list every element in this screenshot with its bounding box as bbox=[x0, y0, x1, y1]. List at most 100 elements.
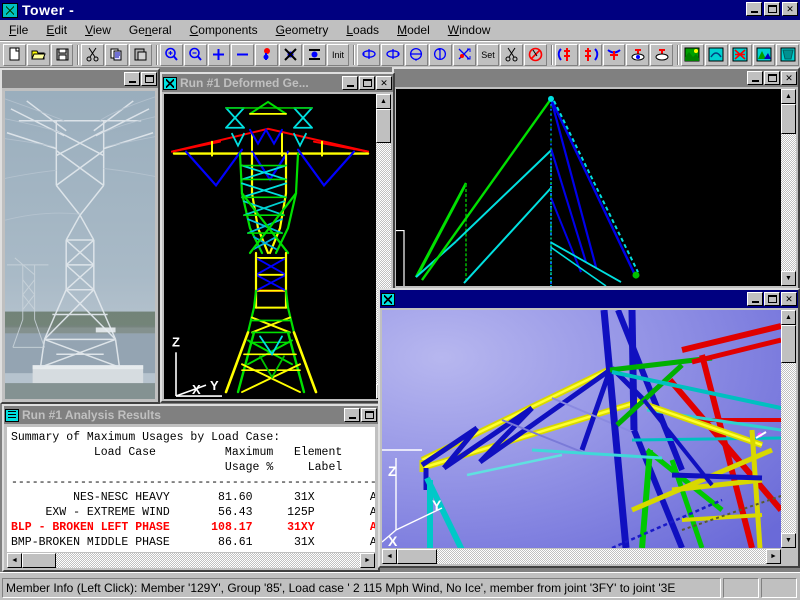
pan-point-icon[interactable] bbox=[255, 44, 278, 66]
select-point-icon[interactable] bbox=[453, 44, 476, 66]
wireframe-scroll-up-button[interactable]: ▲ bbox=[781, 89, 796, 104]
rotate-clockwise-icon[interactable] bbox=[429, 44, 452, 66]
photo-window[interactable] bbox=[0, 68, 160, 404]
photo-minimize-button[interactable] bbox=[124, 72, 140, 86]
deformed-close-button[interactable]: ✕ bbox=[376, 76, 392, 90]
rendered-scroll-up-button[interactable]: ▲ bbox=[781, 310, 796, 325]
menu-window[interactable]: Window bbox=[439, 21, 500, 39]
open-file-icon[interactable] bbox=[27, 44, 50, 66]
zoom-in-icon[interactable] bbox=[160, 44, 183, 66]
menu-loads[interactable]: Loads bbox=[337, 21, 388, 39]
eye-view-icon[interactable] bbox=[626, 44, 649, 66]
deformed-geometry-title-bar[interactable]: Run #1 Deformed Ge... ✕ bbox=[162, 74, 393, 92]
menu-general[interactable]: General bbox=[120, 21, 181, 39]
rotate-view-icon[interactable] bbox=[279, 44, 302, 66]
wireframe-maximize-button[interactable] bbox=[764, 71, 780, 85]
rendered-close-button[interactable]: ✕ bbox=[781, 292, 797, 306]
copy-icon[interactable] bbox=[105, 44, 128, 66]
render-geometry-icon[interactable] bbox=[681, 44, 704, 66]
zoom-plus-icon[interactable] bbox=[208, 44, 231, 66]
cut-section-icon[interactable] bbox=[500, 44, 523, 66]
photo-window-title-bar[interactable] bbox=[2, 70, 158, 88]
wireframe-window-title-bar[interactable]: ✕ bbox=[394, 69, 798, 87]
deformed-vscroll-thumb[interactable] bbox=[376, 109, 391, 143]
rendered-minimize-button[interactable] bbox=[747, 292, 763, 306]
wireframe-scroll-down-button[interactable]: ▼ bbox=[781, 271, 796, 286]
wireframe-minimize-button[interactable] bbox=[747, 71, 763, 85]
results-hscroll-track[interactable] bbox=[7, 553, 375, 568]
render-usage-icon[interactable] bbox=[729, 44, 752, 66]
deformed-scroll-up-button[interactable]: ▲ bbox=[376, 94, 391, 109]
photo-canvas[interactable] bbox=[5, 91, 155, 399]
toolbar-separator bbox=[548, 44, 555, 66]
cut-icon[interactable] bbox=[81, 44, 104, 66]
zoom-minus-icon[interactable] bbox=[231, 44, 254, 66]
svg-text:X: X bbox=[192, 382, 201, 397]
rendered-hscroll-thumb[interactable] bbox=[397, 549, 437, 564]
menu-components[interactable]: Components bbox=[181, 21, 267, 39]
save-file-icon[interactable] bbox=[51, 44, 74, 66]
wireframe-vscroll-thumb[interactable] bbox=[781, 104, 796, 134]
wireframe-vertical-scrollbar[interactable]: ▲ ▼ bbox=[781, 89, 796, 286]
wireframe-canvas[interactable] bbox=[396, 89, 781, 286]
rendered-vscroll-thumb[interactable] bbox=[781, 325, 796, 363]
results-horizontal-scrollbar[interactable]: ◄ ► bbox=[7, 553, 375, 568]
deformed-geometry-title: Run #1 Deformed Ge... bbox=[180, 76, 342, 90]
results-columns-line2: Usage % Label T bbox=[11, 461, 375, 474]
rendered-scroll-left-button[interactable]: ◄ bbox=[382, 549, 397, 564]
render-shaded-icon[interactable] bbox=[753, 44, 776, 66]
photo-maximize-button[interactable] bbox=[141, 72, 157, 86]
rendered-scroll-down-button[interactable]: ▼ bbox=[781, 533, 796, 548]
render-deformed-icon[interactable] bbox=[705, 44, 728, 66]
menu-file[interactable]: File bbox=[0, 21, 37, 39]
rendered-horizontal-scrollbar[interactable]: ◄ ► bbox=[382, 549, 781, 564]
rotate-vertical-icon[interactable] bbox=[405, 44, 428, 66]
analysis-results-window[interactable]: Run #1 Analysis Results Summary of Maxim… bbox=[2, 404, 380, 572]
rendered-view-title-bar[interactable]: ✕ bbox=[380, 290, 798, 308]
menu-geometry[interactable]: Geometry bbox=[267, 21, 338, 39]
wireframe-window[interactable]: ✕ bbox=[392, 67, 800, 290]
analysis-results-text[interactable]: Summary of Maximum Usages by Load Case: … bbox=[7, 427, 375, 552]
rendered-vertical-scrollbar[interactable]: ▲ ▼ bbox=[781, 310, 796, 548]
rendered-hscroll-track[interactable] bbox=[382, 549, 781, 564]
init-view-button[interactable]: Init bbox=[327, 44, 350, 66]
minimize-button[interactable] bbox=[746, 2, 762, 16]
wireframe-close-button[interactable]: ✕ bbox=[781, 71, 797, 85]
render-solid-icon[interactable] bbox=[776, 44, 799, 66]
rotate-view-alt-icon[interactable] bbox=[303, 44, 326, 66]
deformed-minimize-button[interactable] bbox=[342, 76, 358, 90]
deformed-geometry-canvas[interactable]: Z X Y bbox=[164, 94, 376, 399]
rotate-horizontal-alt-icon[interactable] bbox=[381, 44, 404, 66]
results-scroll-left-button[interactable]: ◄ bbox=[7, 553, 22, 568]
results-scroll-right-button[interactable]: ► bbox=[360, 553, 375, 568]
paste-icon[interactable] bbox=[129, 44, 152, 66]
close-button[interactable]: ✕ bbox=[782, 2, 798, 16]
mirror-right-icon[interactable] bbox=[579, 44, 602, 66]
results-heading: Summary of Maximum Usages by Load Case: bbox=[11, 431, 280, 444]
no-section-icon[interactable] bbox=[524, 44, 547, 66]
rendered-maximize-button[interactable] bbox=[764, 292, 780, 306]
set-view-button[interactable]: Set bbox=[477, 44, 500, 66]
eye-view-alt-icon[interactable] bbox=[650, 44, 673, 66]
rendered-scroll-right-button[interactable]: ► bbox=[766, 549, 781, 564]
results-minimize-button[interactable] bbox=[344, 408, 360, 422]
rendered-view-canvas[interactable]: Z Y X bbox=[382, 310, 781, 548]
new-file-icon[interactable] bbox=[3, 44, 26, 66]
symmetry-icon[interactable] bbox=[603, 44, 626, 66]
deformed-maximize-button[interactable] bbox=[359, 76, 375, 90]
maximize-button[interactable] bbox=[764, 2, 780, 16]
menu-edit[interactable]: Edit bbox=[37, 21, 76, 39]
rotate-horizontal-icon[interactable] bbox=[357, 44, 380, 66]
mirror-left-icon[interactable] bbox=[555, 44, 578, 66]
results-maximize-button[interactable] bbox=[361, 408, 377, 422]
table-row: EXW - EXTREME WIND 56.43 125P Ar bbox=[11, 506, 375, 519]
rendered-view-window[interactable]: ✕ bbox=[378, 288, 800, 568]
status-panel-2 bbox=[723, 578, 759, 598]
menu-model[interactable]: Model bbox=[388, 21, 439, 39]
results-hscroll-thumb[interactable] bbox=[22, 553, 56, 568]
analysis-results-title-bar[interactable]: Run #1 Analysis Results bbox=[4, 406, 378, 424]
zoom-out-icon[interactable] bbox=[184, 44, 207, 66]
svg-text:Y: Y bbox=[432, 497, 442, 513]
menu-view[interactable]: View bbox=[76, 21, 120, 39]
deformed-geometry-window[interactable]: Run #1 Deformed Ge... ✕ bbox=[160, 72, 395, 403]
